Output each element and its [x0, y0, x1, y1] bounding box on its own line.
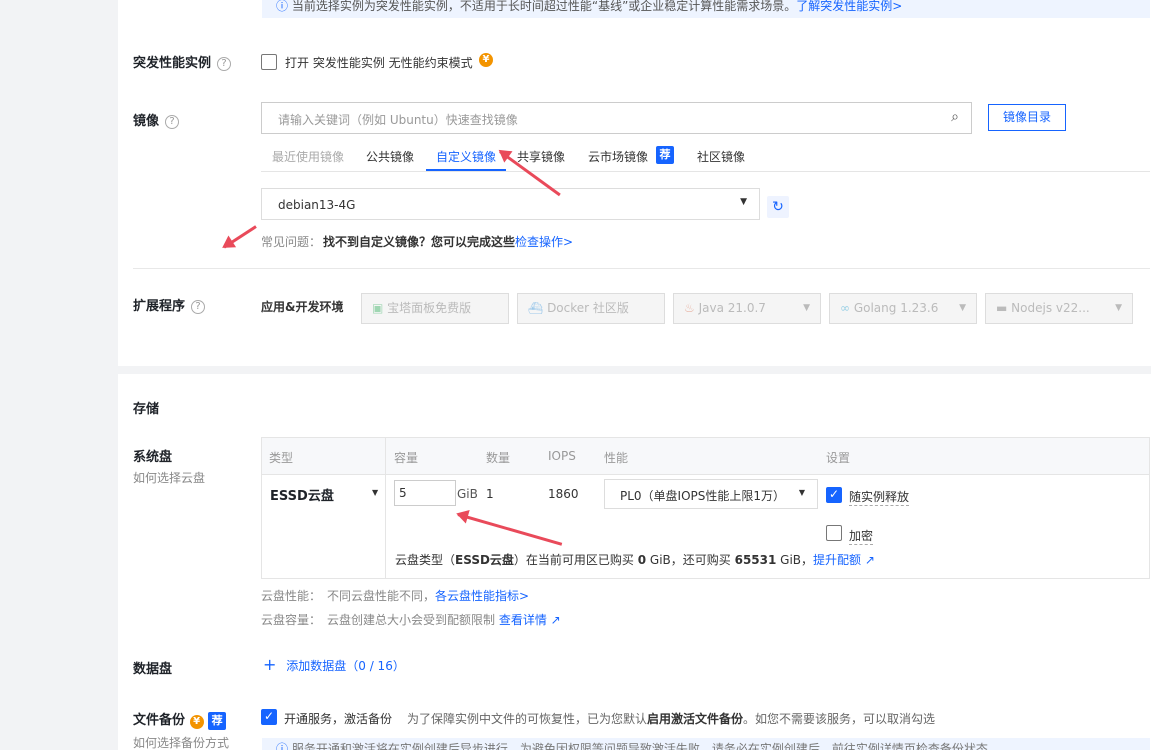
- backup-checkbox[interactable]: [261, 709, 277, 725]
- tab-custom-images[interactable]: 自定义镜像: [436, 148, 496, 165]
- tab-public-images[interactable]: 公共镜像: [366, 148, 414, 165]
- header-settings: 设置: [826, 451, 851, 465]
- golang-icon: ∞: [840, 301, 850, 315]
- release-with-instance-checkbox[interactable]: [826, 487, 842, 503]
- help-icon[interactable]: ?: [217, 57, 232, 71]
- encrypt-label: 加密: [849, 529, 874, 545]
- recommend-badge: 荐: [208, 712, 227, 730]
- image-select[interactable]: debian13-4G ▼: [261, 188, 760, 220]
- tab-community-images[interactable]: 社区镜像: [697, 148, 745, 165]
- view-details-link[interactable]: 查看详情: [499, 613, 547, 627]
- help-icon[interactable]: ?: [165, 115, 180, 129]
- capacity-input[interactable]: 5: [394, 480, 456, 506]
- image-select-value: debian13-4G: [278, 198, 356, 212]
- image-faq: 常见问题： 找不到自定义镜像？您可以完成这些检查操作>: [261, 235, 574, 249]
- docker-icon: ⛴: [528, 301, 544, 315]
- tab-marketplace-images[interactable]: 云市场镜像: [588, 148, 648, 165]
- capacity-unit: GiB: [457, 487, 478, 501]
- recommend-badge: 荐: [656, 146, 674, 164]
- storage-title: 存储: [133, 402, 160, 417]
- release-with-instance-label: 随实例释放: [849, 490, 910, 506]
- extension-label: 扩展程序?: [133, 295, 206, 314]
- disk-count: 1: [486, 487, 494, 501]
- plus-icon: +: [263, 655, 277, 674]
- tab-shared-images[interactable]: 共享镜像: [517, 148, 565, 165]
- add-data-disk-button[interactable]: + 添加数据盘（0 / 16）: [263, 655, 405, 674]
- golang-select: ∞ Golang 1.23.6 ▼: [829, 293, 977, 324]
- backup-label: 文件备份 ¥ 荐: [133, 709, 227, 730]
- raise-quota-link[interactable]: 提升配额: [813, 553, 861, 567]
- system-disk-label: 系统盘: [133, 450, 173, 465]
- refresh-button[interactable]: ↻: [767, 196, 789, 218]
- caret-down-icon: ▼: [798, 488, 805, 497]
- section-divider: [133, 268, 1150, 269]
- header-type: 类型: [269, 451, 294, 465]
- refresh-icon: ↻: [772, 199, 784, 215]
- disk-perf-note: 云盘性能： 不同云盘性能不同，各云盘性能指标>: [261, 589, 530, 603]
- search-icon[interactable]: ⌕: [951, 109, 959, 125]
- external-link-icon: ↗: [861, 553, 875, 567]
- tab-recent-images[interactable]: 最近使用镜像: [272, 148, 344, 165]
- env-label: 应用&开发环境: [261, 300, 344, 314]
- info-icon: ⓘ: [276, 742, 289, 750]
- java-icon: ♨: [684, 301, 695, 315]
- java-select: ♨ Java 21.0.7 ▼: [673, 293, 821, 324]
- perf-metrics-link[interactable]: 各云盘性能指标>: [435, 589, 529, 603]
- image-label: 镜像?: [133, 110, 180, 129]
- system-disk-help-link[interactable]: 如何选择云盘: [133, 469, 205, 486]
- burst-notice: ⓘ 当前选择实例为突发性能实例，不适用于长时间超过性能“基线”或企业稳定计算性能…: [262, 0, 1150, 18]
- burst-unlimited-checkbox[interactable]: [261, 54, 277, 70]
- docker-button: ⛴ Docker 社区版: [517, 293, 665, 324]
- burst-label: 突发性能实例?: [133, 52, 232, 71]
- bt-panel-icon: ▣: [372, 301, 384, 315]
- header-performance: 性能: [604, 451, 629, 465]
- notice-link[interactable]: 了解突发性能实例>: [796, 0, 902, 13]
- faq-link[interactable]: 检查操作>: [515, 235, 573, 249]
- image-search-input[interactable]: 请输入关键词（例如 Ubuntu）快速查找镜像: [278, 111, 518, 128]
- caret-down-icon: ▼: [372, 488, 379, 497]
- type-column-divider: [385, 438, 386, 578]
- help-icon[interactable]: ?: [191, 300, 206, 314]
- quota-text: 云盘类型（ESSD云盘）在当前可用区已购买 0 GiB，还可购买 65531 G…: [395, 553, 875, 567]
- coin-icon: ¥: [479, 53, 493, 67]
- header-capacity: 容量: [394, 451, 419, 465]
- backup-help-link[interactable]: 如何选择备份方式: [133, 734, 229, 750]
- nodejs-select: ▬ Nodejs v22... ▼: [985, 293, 1133, 324]
- burst-checkbox-text: 打开 突发性能实例 无性能约束模式: [285, 56, 473, 70]
- coin-icon: ¥: [189, 715, 204, 729]
- notice-text: 当前选择实例为突发性能实例，不适用于长时间超过性能“基线”或企业稳定计算性能需求…: [291, 0, 797, 13]
- backup-checkbox-text: 开通服务，激活备份: [284, 712, 393, 726]
- header-count: 数量: [486, 451, 511, 465]
- image-search-box[interactable]: 请输入关键词（例如 Ubuntu）快速查找镜像 ⌕: [261, 102, 972, 134]
- performance-select[interactable]: PL0（单盘IOPS性能上限1万） ▼: [604, 479, 818, 509]
- external-link-icon: ↗: [546, 613, 561, 627]
- disk-iops: 1860: [548, 487, 579, 501]
- caret-down-icon: ▼: [740, 197, 747, 207]
- backup-info: ⓘ 服务开通和激活将在实例创建后异步进行，为避免因权限等问题导致激活失败，请务必…: [262, 738, 1150, 750]
- disk-type-select[interactable]: ESSD云盘 ▼: [270, 485, 380, 504]
- tabs-divider: [261, 171, 1150, 172]
- disk-capacity-note: 云盘容量： 云盘创建总大小会受到配额限制 查看详情 ↗: [261, 613, 561, 627]
- backup-desc: 为了保障实例中文件的可恢复性，已为您默认启用激活文件备份。如您不需要该服务，可以…: [407, 712, 936, 726]
- image-catalog-button[interactable]: 镜像目录: [988, 104, 1066, 131]
- data-disk-label: 数据盘: [133, 662, 173, 677]
- bt-panel-button: ▣ 宝塔面板免费版: [361, 293, 509, 324]
- nodejs-icon: ▬: [996, 301, 1008, 315]
- header-iops: IOPS: [548, 449, 576, 463]
- encrypt-checkbox[interactable]: [826, 525, 842, 541]
- info-icon: ⓘ: [276, 0, 289, 13]
